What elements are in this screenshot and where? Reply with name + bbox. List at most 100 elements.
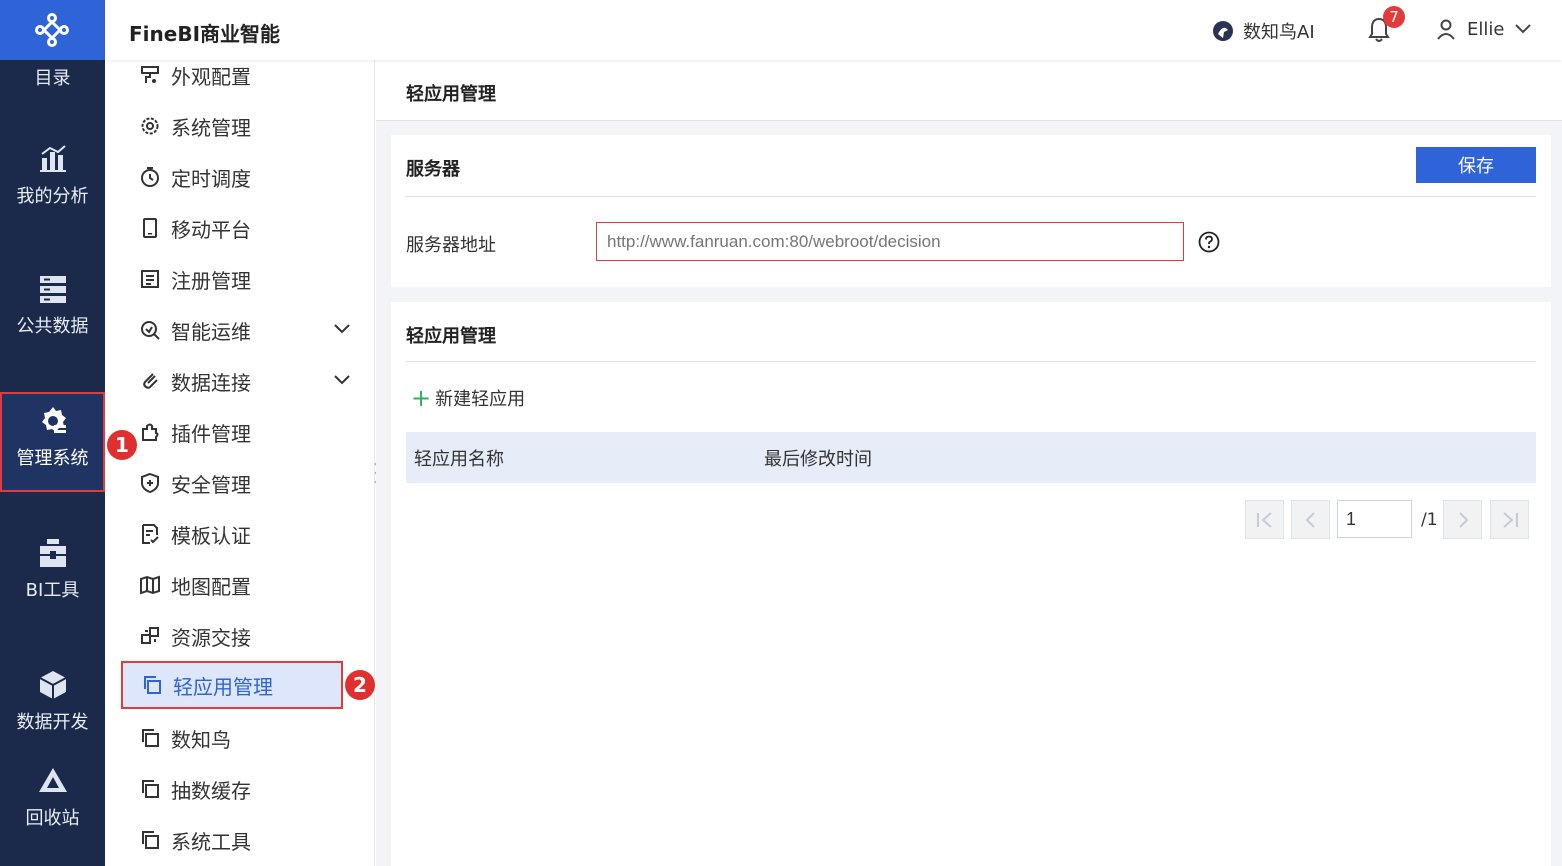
ai-assistant-button[interactable]: 数知鸟AI — [1211, 18, 1315, 44]
copy-icon — [144, 676, 161, 694]
gear-icon — [141, 117, 159, 135]
map-icon — [140, 575, 160, 595]
divider — [406, 196, 1536, 197]
top-bar: FineBI商业智能 数知鸟AI 7 Ellie — [105, 0, 1562, 60]
page-number-input[interactable] — [1337, 500, 1412, 538]
mobile-icon — [143, 218, 157, 238]
rail-item-my-analysis[interactable]: 我的分析 — [0, 142, 105, 208]
rail-item-label: 管理系统 — [16, 448, 89, 469]
analysis-chart-icon — [39, 145, 66, 172]
server-address-input[interactable] — [596, 222, 1184, 261]
menu-item-plugin[interactable]: 插件管理 — [121, 408, 343, 456]
light-app-card: 轻应用管理 + 新建轻应用 轻应用名称 最后修改时间 /1 — [391, 302, 1551, 866]
server-card-title: 服务器 — [406, 159, 460, 180]
menu-item-label: 轻应用管理 — [173, 674, 273, 699]
annotation-marker-2: 2 — [345, 670, 375, 700]
recycle-icon — [38, 768, 67, 792]
appearance-icon — [141, 66, 159, 83]
annotation-marker-1: 1 — [107, 430, 137, 460]
page-total: /1 — [1421, 510, 1438, 530]
menu-item-resource-transfer[interactable]: 资源交接 — [121, 612, 343, 660]
user-name: Ellie — [1467, 18, 1505, 40]
menu-item-extract-cache[interactable]: 抽数缓存 — [121, 765, 343, 813]
menu-item-data-connection[interactable]: 数据连接 — [121, 357, 350, 405]
rail-item-data-dev[interactable]: 数据开发 — [0, 668, 105, 734]
last-page-button[interactable] — [1490, 500, 1529, 539]
notification-count-badge: 7 — [1383, 6, 1405, 28]
light-app-card-title: 轻应用管理 — [406, 326, 496, 347]
menu-item-light-app[interactable]: 轻应用管理 — [121, 661, 343, 709]
menu-item-map-config[interactable]: 地图配置 — [121, 561, 343, 609]
server-card: 服务器 保存 服务器地址 — [391, 135, 1551, 287]
admin-secondary-menu: 外观配置 系统管理 定时调度 移动平台 注册管理 智能运维 数据连接 插件管理 … — [105, 60, 375, 866]
save-button[interactable]: 保存 — [1416, 147, 1536, 183]
menu-item-system-tools[interactable]: 系统工具 — [121, 816, 343, 864]
timer-icon — [141, 167, 159, 187]
transfer-icon — [141, 627, 159, 644]
copy-icon — [142, 780, 159, 798]
rail-item-bi-tools[interactable]: BI工具 — [0, 536, 105, 602]
user-menu[interactable]: Ellie — [1435, 18, 1532, 40]
plugin-icon — [142, 423, 159, 441]
rail-item-label: 我的分析 — [16, 186, 89, 207]
menu-item-label: 外观配置 — [171, 64, 251, 89]
link-icon — [143, 373, 158, 389]
page-header: 轻应用管理 — [376, 60, 1562, 121]
next-page-button[interactable] — [1443, 500, 1482, 539]
rail-item-admin-system[interactable]: 管理系统 — [0, 392, 105, 492]
chevron-down-icon — [334, 375, 350, 385]
menu-item-mobile[interactable]: 移动平台 — [121, 204, 343, 252]
menu-item-register[interactable]: 注册管理 — [121, 255, 343, 303]
template-icon — [142, 524, 159, 544]
menu-item-label: 系统工具 — [171, 829, 251, 854]
menu-item-label: 数据连接 — [171, 370, 251, 395]
new-light-app-label: 新建轻应用 — [435, 389, 526, 410]
menu-item-label: 地图配置 — [171, 574, 251, 599]
rail-item-recycle-bin[interactable]: 回收站 — [0, 764, 105, 830]
logo-icon — [35, 13, 69, 47]
toolbox-icon — [39, 539, 66, 567]
menu-item-label: 抽数缓存 — [171, 778, 251, 803]
plus-icon: + — [411, 384, 432, 412]
menu-item-system[interactable]: 系统管理 — [121, 102, 343, 150]
first-page-button[interactable] — [1245, 500, 1284, 539]
help-icon[interactable] — [1198, 231, 1220, 253]
prev-page-button[interactable] — [1291, 500, 1330, 539]
divider — [406, 361, 1536, 362]
last-page-icon — [1503, 512, 1518, 528]
rail-item-public-data[interactable]: 公共数据 — [0, 272, 105, 338]
ai-bird-icon — [1213, 21, 1233, 41]
menu-item-appearance[interactable]: 外观配置 — [121, 60, 343, 99]
chevron-left-icon — [1305, 512, 1315, 528]
menu-item-label: 定时调度 — [171, 166, 251, 191]
app-title: FineBI商业智能 — [129, 22, 281, 46]
menu-item-label: 数知鸟 — [171, 727, 231, 752]
menu-item-label: 智能运维 — [171, 319, 251, 344]
chevron-right-icon — [1459, 512, 1469, 528]
main-content: 轻应用管理 服务器 保存 服务器地址 轻应用管理 + 新建轻应用 轻应用名称 最… — [376, 60, 1562, 866]
server-address-label: 服务器地址 — [406, 235, 496, 256]
menu-item-security[interactable]: 安全管理 — [121, 459, 343, 507]
copy-icon — [142, 729, 159, 747]
table-header: 轻应用名称 最后修改时间 — [406, 432, 1536, 483]
ai-label: 数知鸟AI — [1243, 22, 1315, 43]
app-logo[interactable] — [0, 0, 105, 60]
menu-item-template-auth[interactable]: 模板认证 — [121, 510, 343, 558]
pagination: /1 — [391, 500, 1551, 540]
chevron-down-icon — [334, 324, 350, 334]
copy-icon — [142, 831, 159, 849]
menu-item-label: 移动平台 — [171, 217, 251, 242]
first-page-icon — [1257, 512, 1272, 528]
rail-item-catalog[interactable]: 目录 — [0, 58, 105, 90]
menu-item-smart-ops[interactable]: 智能运维 — [121, 306, 350, 354]
rail-item-label: 目录 — [34, 68, 71, 89]
cube-icon — [39, 671, 66, 699]
menu-item-shuzhiniao[interactable]: 数知鸟 — [121, 714, 343, 762]
menu-item-label: 插件管理 — [171, 421, 251, 446]
menu-item-schedule[interactable]: 定时调度 — [121, 153, 343, 201]
column-header-name: 轻应用名称 — [414, 449, 504, 470]
main-navigation-rail: 目录 我的分析 公共数据 管理系统 BI工具 数据开发 回收站 — [0, 0, 105, 866]
page-title: 轻应用管理 — [406, 84, 496, 105]
shield-icon — [141, 472, 159, 494]
new-light-app-button[interactable]: + 新建轻应用 — [411, 385, 525, 411]
